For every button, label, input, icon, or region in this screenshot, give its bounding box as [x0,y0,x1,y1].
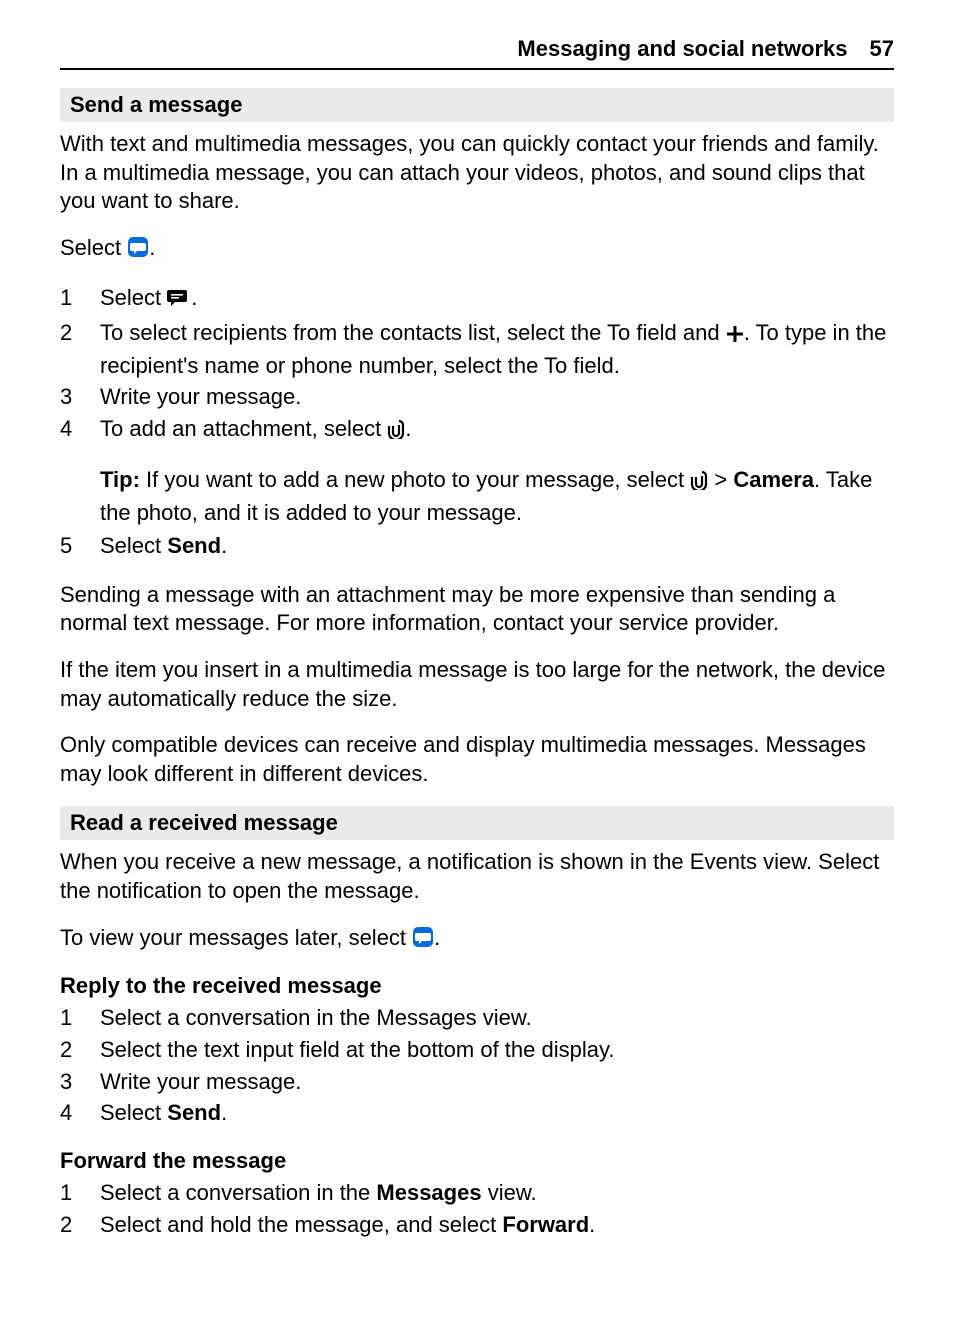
step5-send: Send [167,533,221,558]
reply-step-1: Select a conversation in the Messages vi… [60,1003,894,1033]
send-steps-list: Select . To select recipients from the c… [60,283,894,561]
messaging-app-icon [412,926,434,956]
read-intro-paragraph: When you receive a new message, a notifi… [60,848,894,905]
intro-paragraph: With text and multimedia messages, you c… [60,130,894,216]
f2-forward: Forward [502,1212,589,1237]
step-4: To add an attachment, select . Tip: If y… [60,414,894,527]
select-period: . [149,235,155,260]
reply-steps-list: Select a conversation in the Messages vi… [60,1003,894,1128]
new-message-icon [167,286,191,316]
reply-step-3: Write your message. [60,1067,894,1097]
attachment-cost-paragraph: Sending a message with an attachment may… [60,581,894,638]
step1-prefix: Select [100,285,167,310]
forward-heading: Forward the message [60,1148,894,1174]
section-heading-send: Send a message [60,88,894,122]
step-2: To select recipients from the contacts l… [60,318,894,380]
step5-a: Select [100,533,167,558]
section-heading-read: Read a received message [60,806,894,840]
attachment-icon [387,417,405,447]
step1-period: . [191,285,197,310]
tip-label: Tip: [100,467,140,492]
forward-steps-list: Select a conversation in the Messages vi… [60,1178,894,1239]
f2-c: . [589,1212,595,1237]
reply-step-4: Select Send. [60,1098,894,1128]
size-reduce-paragraph: If the item you insert in a multimedia m… [60,656,894,713]
messaging-app-icon [127,236,149,266]
forward-step-1: Select a conversation in the Messages vi… [60,1178,894,1208]
header-title: Messaging and social networks [517,36,847,62]
select-app-line: Select . [60,234,894,266]
reply-step-2: Select the text input field at the botto… [60,1035,894,1065]
f1-c: view. [482,1180,537,1205]
select-prefix: Select [60,235,127,260]
forward-step-2: Select and hold the message, and select … [60,1210,894,1240]
page-number: 57 [870,36,894,62]
tip-block: Tip: If you want to add a new photo to y… [100,465,894,527]
f1-messages: Messages [376,1180,481,1205]
step2-a: To select recipients from the contacts l… [100,320,726,345]
page: Messaging and social networks 57 Send a … [0,0,954,1319]
plus-icon [726,321,744,351]
view-later-b: . [434,925,440,950]
reply4-send: Send [167,1100,221,1125]
step4-a: To add an attachment, select [100,416,387,441]
reply4-a: Select [100,1100,167,1125]
step-3: Write your message. [60,382,894,412]
view-later-line: To view your messages later, select . [60,924,894,956]
compatibility-paragraph: Only compatible devices can receive and … [60,731,894,788]
step5-c: . [221,533,227,558]
tip-camera: Camera [733,467,814,492]
reply4-c: . [221,1100,227,1125]
tip-gt: > [708,467,733,492]
attachment-icon [690,468,708,498]
f1-a: Select a conversation in the [100,1180,376,1205]
view-later-a: To view your messages later, select [60,925,412,950]
step-5: Select Send. [60,531,894,561]
f2-a: Select and hold the message, and select [100,1212,502,1237]
reply-heading: Reply to the received message [60,973,894,999]
page-header: Messaging and social networks 57 [60,36,894,70]
step4-period: . [405,416,411,441]
step-1: Select . [60,283,894,316]
tip-a: If you want to add a new photo to your m… [140,467,690,492]
